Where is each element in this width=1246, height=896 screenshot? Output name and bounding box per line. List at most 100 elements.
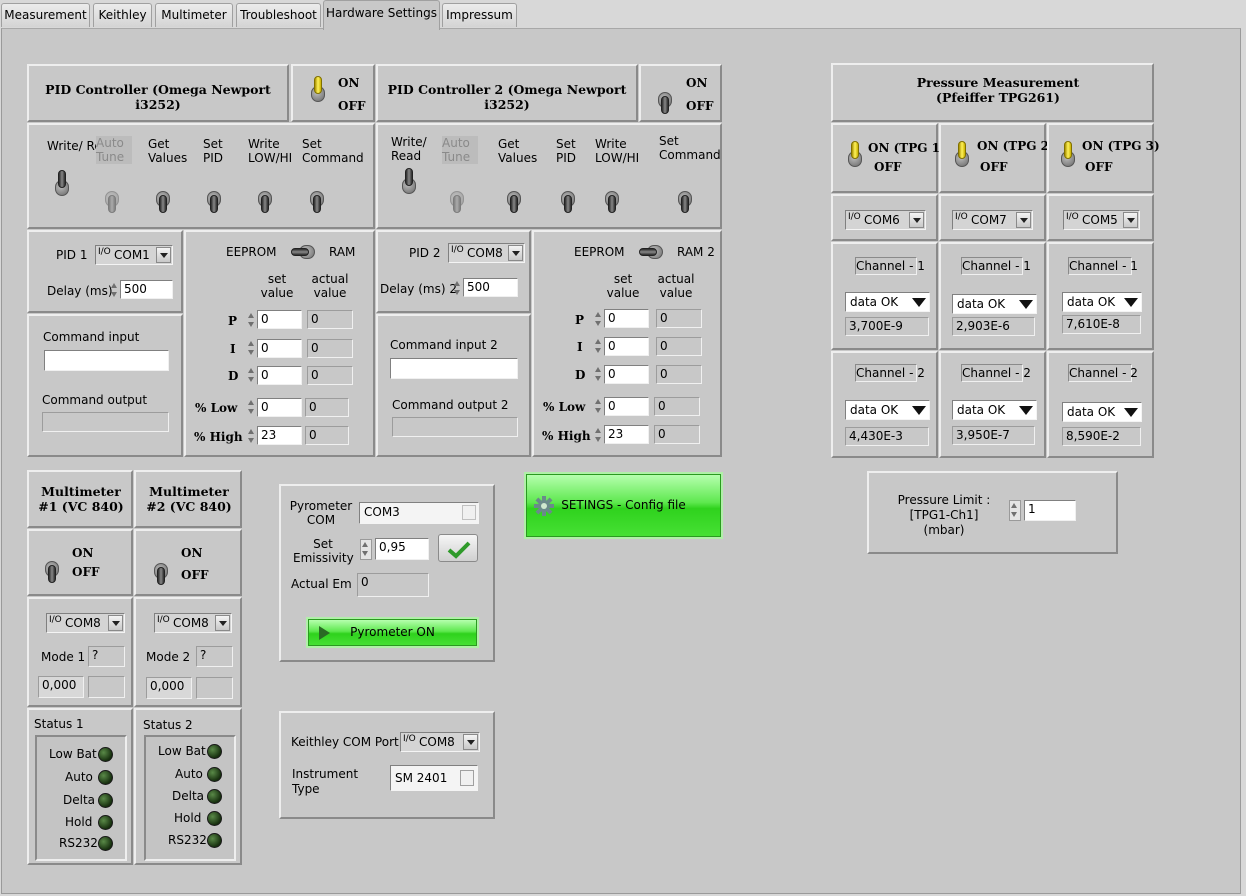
pyro-com-select[interactable]: COM3 xyxy=(359,502,479,524)
chevron-down-icon[interactable] xyxy=(909,212,924,228)
tpg2-com-select[interactable]: I/O COM7 xyxy=(952,210,1033,230)
mm2-auto-led xyxy=(207,767,222,782)
pid1-delay-field[interactable]: 500 xyxy=(120,280,173,299)
tpg3-ch1-status[interactable]: data OK xyxy=(1062,292,1142,312)
mm1-rs232-label: RS232 xyxy=(59,836,98,850)
pid1-com-select[interactable]: I/O COM1 xyxy=(95,245,173,265)
tab-troubleshoot[interactable]: Troubleshoot xyxy=(236,3,321,27)
pid1-eeprom-ram-switch[interactable] xyxy=(291,245,321,261)
pid1-high-set[interactable]: 23 xyxy=(257,426,302,445)
tpg2-power-switch[interactable] xyxy=(955,141,969,173)
pid1-power-switch[interactable] xyxy=(311,76,325,108)
tab-measurement[interactable]: Measurement xyxy=(1,3,90,27)
pid2-delay-stepper[interactable] xyxy=(453,279,462,298)
mm1-com-select[interactable]: I/O COM8 xyxy=(46,613,125,633)
pid2-i-set[interactable]: 0 xyxy=(604,337,649,356)
pid2-write-read-switch[interactable] xyxy=(402,168,416,200)
chevron-down-icon[interactable] xyxy=(463,734,478,750)
keithley-type-select[interactable]: SM 2401 xyxy=(390,765,478,791)
chevron-down-icon[interactable] xyxy=(108,615,123,631)
tpg3-com-select[interactable]: I/O COM5 xyxy=(1063,210,1140,230)
tpg1-ch1-panel: Channel - 1 data OK 3,700E-9 xyxy=(831,242,938,350)
chevron-down-icon[interactable] xyxy=(1016,212,1031,228)
pid1-d-set[interactable]: 0 xyxy=(257,366,302,385)
pid1-delay-stepper[interactable] xyxy=(110,281,119,300)
tpg1-power-switch[interactable] xyxy=(848,141,862,173)
pid1-i-set[interactable]: 0 xyxy=(257,339,302,358)
pid1-low-set[interactable]: 0 xyxy=(257,398,302,417)
pid2-high-stepper[interactable] xyxy=(594,426,603,445)
mm1-power-switch[interactable] xyxy=(45,553,59,583)
io-icon: I/O xyxy=(955,212,968,222)
pid2-i-stepper[interactable] xyxy=(594,337,603,356)
tpg1-com-select[interactable]: I/O COM6 xyxy=(845,210,926,230)
tab-keithley[interactable]: Keithley xyxy=(93,3,152,27)
pid1-set-pid-switch[interactable] xyxy=(207,183,221,213)
pid1-low-stepper[interactable] xyxy=(247,398,256,417)
tpg2-ch2-status[interactable]: data OK xyxy=(952,400,1037,420)
pid2-eeprom-ram-switch[interactable] xyxy=(639,245,669,261)
pid2-d-stepper[interactable] xyxy=(594,365,603,384)
pid2-set-pid-label: Set PID xyxy=(556,137,577,165)
tpg2-power-panel: ON (TPG 2) OFF xyxy=(939,123,1055,193)
pid1-p-set[interactable]: 0 xyxy=(257,310,302,329)
pid2-delay-field[interactable]: 500 xyxy=(463,278,518,297)
pressure-limit-field[interactable]: 1 xyxy=(1024,500,1076,521)
tpg3-com-value: COM5 xyxy=(1082,213,1118,227)
tpg1-ch1-status-text: data OK xyxy=(850,295,899,309)
pid1-set-command-switch[interactable] xyxy=(310,183,324,213)
mm1-unit-field xyxy=(88,676,125,698)
pid2-write-lowhi-switch[interactable] xyxy=(605,183,619,213)
pid2-p-label: P xyxy=(575,313,585,327)
tpg2-ch1-status[interactable]: data OK xyxy=(952,294,1037,314)
pid1-high-stepper[interactable] xyxy=(247,427,256,446)
pid2-p-stepper[interactable] xyxy=(594,310,603,329)
tab-hardware-settings[interactable]: Hardware Settings xyxy=(323,0,440,30)
pyro-emis-stepper[interactable] xyxy=(360,539,372,560)
mm2-mode-field: ? xyxy=(196,646,233,667)
pid2-high-set[interactable]: 23 xyxy=(604,425,649,444)
tpg1-ch1-status[interactable]: data OK xyxy=(845,292,930,312)
tpg1-ch2-status-text: data OK xyxy=(850,403,899,417)
tpg3-ch2-status[interactable]: data OK xyxy=(1062,402,1142,422)
pid2-cmd-in-field[interactable] xyxy=(390,358,518,379)
pid2-power-switch[interactable] xyxy=(658,84,672,114)
tpg3-power-switch[interactable] xyxy=(1061,141,1075,173)
mm2-power-switch[interactable] xyxy=(154,555,168,585)
chevron-down-icon[interactable] xyxy=(156,247,171,263)
pid2-low-set[interactable]: 0 xyxy=(604,397,649,416)
mm1-hold-led xyxy=(98,815,113,830)
pid2-autotune-switch[interactable] xyxy=(450,183,464,213)
tab-multimeter[interactable]: Multimeter xyxy=(155,3,233,27)
pid1-p-stepper[interactable] xyxy=(247,311,256,330)
pid2-low-stepper[interactable] xyxy=(594,397,603,416)
pid1-write-read-switch[interactable] xyxy=(55,170,69,202)
pid2-get-values-switch[interactable] xyxy=(507,183,521,213)
tpg1-ch2-status[interactable]: data OK xyxy=(845,400,930,420)
mm2-com-select[interactable]: I/O COM8 xyxy=(154,613,232,633)
pid2-autotune-label: Auto Tune xyxy=(442,136,478,164)
settings-config-file-button[interactable]: SETINGS - Config file xyxy=(526,474,721,537)
pid2-set-command-switch[interactable] xyxy=(678,183,692,213)
pid2-p-set[interactable]: 0 xyxy=(604,309,649,328)
pyro-emis-field[interactable]: 0,95 xyxy=(375,538,429,560)
pid1-get-values-switch[interactable] xyxy=(156,183,170,213)
pid1-write-lowhi-switch[interactable] xyxy=(258,183,272,213)
pid2-set-pid-switch[interactable] xyxy=(561,183,575,213)
chevron-down-icon[interactable] xyxy=(215,615,230,631)
pid1-autotune-switch[interactable] xyxy=(105,183,119,213)
pyro-emis-apply-button[interactable] xyxy=(438,534,478,562)
pid2-d-set[interactable]: 0 xyxy=(604,365,649,384)
chevron-down-icon[interactable] xyxy=(508,245,523,261)
pid2-com-select[interactable]: I/O COM8 xyxy=(448,243,525,263)
pid2-get-values-label: Get Values xyxy=(498,137,538,165)
tab-impressum[interactable]: Impressum xyxy=(442,3,517,27)
pressure-limit-stepper[interactable] xyxy=(1009,500,1021,521)
pyrometer-on-button[interactable]: Pyrometer ON xyxy=(308,619,477,646)
pid1-i-stepper[interactable] xyxy=(247,339,256,358)
pid1-cmd-in-field[interactable] xyxy=(44,350,169,371)
chevron-down-icon[interactable] xyxy=(1123,212,1138,228)
pid1-d-stepper[interactable] xyxy=(247,366,256,385)
keithley-com-select[interactable]: I/O COM8 xyxy=(400,732,480,752)
pid2-command-panel: Command input 2 Command output 2 xyxy=(376,314,531,457)
